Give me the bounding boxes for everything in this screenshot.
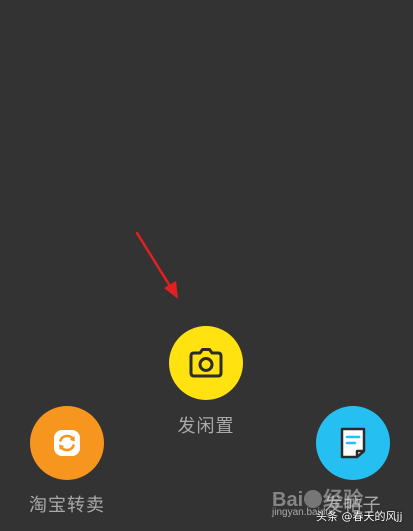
- note-icon: [340, 427, 366, 459]
- swap-icon: [54, 430, 80, 456]
- taobao-resell-label: 淘宝转卖: [29, 495, 105, 516]
- taobao-resell-button[interactable]: [30, 406, 104, 480]
- baidu-paw-icon: [304, 490, 323, 508]
- toutiao-author-watermark: 头条 @春天的风jj: [316, 510, 403, 523]
- post-idle-item-button[interactable]: [169, 326, 243, 400]
- post-idle-item-label: 发闲置: [177, 416, 235, 437]
- camera-icon: [189, 348, 223, 378]
- create-post-button[interactable]: [316, 406, 390, 480]
